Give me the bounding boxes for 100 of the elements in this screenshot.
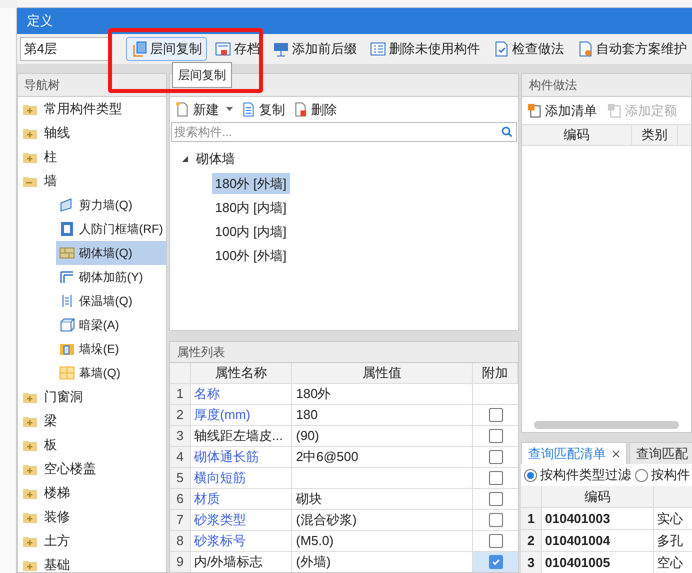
code-cell: 010401003 (542, 508, 654, 530)
checkbox[interactable] (488, 471, 502, 485)
toolbar-button[interactable]: 添加前后缀 (268, 37, 362, 61)
property-value: 砌块 (292, 489, 473, 510)
folder-icon (22, 414, 38, 428)
tree-item[interactable]: 保温墙(Q) (56, 289, 166, 313)
component-item[interactable]: 180外 [外墙] (212, 172, 290, 194)
toolbar-button[interactable]: 删除 (291, 100, 339, 120)
tree-item[interactable]: 楼梯 (18, 481, 166, 505)
tree-group[interactable]: 砌体墙 (170, 147, 518, 171)
toolbar-button[interactable]: 层间复制 (126, 37, 207, 61)
tree-item[interactable]: 常用构件类型 (18, 97, 166, 121)
add-list-icon (527, 103, 542, 118)
dialog-title: 定义 (27, 12, 53, 30)
brick-icon (59, 245, 75, 261)
toolbar-button[interactable]: 存档 (210, 37, 265, 61)
folder-icon (22, 390, 38, 404)
property-name: 内/外墙标志 (191, 552, 292, 572)
checkbox[interactable] (488, 492, 502, 506)
column-header: 类别 (632, 125, 678, 145)
checkbox[interactable] (488, 429, 502, 443)
floor-dropdown[interactable]: 第4层 (20, 37, 110, 61)
toolbar-button[interactable]: 添加清单 (524, 100, 600, 120)
row-number: 3 (521, 552, 542, 573)
radio-button[interactable] (524, 468, 537, 482)
tree-item[interactable]: 砌体墙(Q) (56, 241, 166, 265)
filter-radio[interactable]: 按构件类型过滤 (524, 465, 631, 485)
checkbox[interactable] (488, 513, 502, 527)
row-number: 4 (170, 447, 191, 468)
tree-item[interactable]: 柱 (18, 145, 166, 169)
tree-item[interactable]: 装修 (18, 505, 166, 529)
checkbox[interactable] (488, 408, 502, 422)
tree-item[interactable]: 墙垛(E) (56, 337, 166, 361)
tree-item[interactable]: 人防门框墙(RF) (56, 217, 166, 241)
tree-item[interactable]: 砌体加筋(Y) (56, 265, 166, 289)
open-folder-icon (22, 174, 38, 188)
tree-item[interactable]: 轴线 (18, 121, 166, 145)
tree-item[interactable]: 暗梁(A) (56, 313, 166, 337)
property-value: (M5.0) (292, 531, 473, 552)
row-number: 5 (170, 468, 191, 489)
tree-item[interactable]: 幕墙(Q) (56, 361, 166, 385)
list-icon (370, 41, 386, 57)
folder-icon (22, 558, 38, 572)
toolbar-button[interactable]: 新建 (173, 100, 235, 120)
radio-button[interactable] (635, 468, 648, 482)
column-header: 附加 (473, 363, 518, 384)
corner-lines-icon (59, 269, 75, 285)
folder-icon (22, 126, 38, 140)
folder-icon (22, 486, 38, 500)
property-name: 材质 (191, 489, 292, 510)
scrollbar[interactable] (534, 421, 679, 429)
checkbox[interactable] (488, 555, 502, 569)
expand-triangle-icon (182, 156, 188, 162)
tab[interactable]: 查询匹配清单 (521, 442, 627, 464)
row-number: 2 (521, 530, 542, 552)
toolbar-button[interactable]: 复制 (239, 100, 287, 120)
cube-icon (59, 317, 75, 333)
column-header: 编码 (542, 486, 654, 508)
toolbar-button[interactable]: 自动套方案维护 (572, 37, 692, 61)
component-item[interactable]: 100外 [外墙] (212, 244, 290, 266)
component-item[interactable]: 100内 [内墙] (212, 220, 290, 242)
checkbox[interactable] (488, 450, 502, 464)
column-header: 编码 (522, 125, 632, 145)
name-cell: 空心 (654, 552, 692, 573)
floor-value: 第4层 (24, 40, 58, 58)
property-value: 180外 (292, 384, 473, 405)
document-gear-icon (577, 41, 593, 57)
toolbar-button[interactable]: 删除未使用构件 (365, 37, 485, 61)
caret-icon[interactable] (226, 107, 233, 112)
tree-item[interactable]: 板 (18, 433, 166, 457)
delete-document-icon (293, 102, 308, 117)
filter-radio[interactable]: 按构件 (635, 465, 690, 485)
property-name: 砂浆类型 (191, 510, 292, 531)
row-number: 3 (170, 426, 191, 447)
tab[interactable]: 查询匹配 (629, 442, 692, 464)
component-item[interactable]: 180内 [内墙] (212, 196, 290, 218)
row-number: 9 (170, 552, 191, 572)
row-number: 1 (170, 384, 191, 405)
code-cell: 010401005 (542, 552, 654, 573)
column-header: 属性名称 (191, 363, 292, 384)
row-number: 6 (170, 489, 191, 510)
tree-item[interactable]: 剪力墙(Q) (56, 193, 166, 217)
tree-item[interactable]: 梁 (18, 409, 166, 433)
row-number: 8 (170, 531, 191, 552)
property-name: 砂浆标号 (191, 531, 292, 552)
search-field[interactable]: 搜索构件... (171, 122, 517, 142)
tooltip: 层间复制 (172, 62, 232, 88)
tree-item[interactable]: 门窗洞 (18, 385, 166, 409)
tree-item[interactable]: 土方 (18, 529, 166, 553)
toolbar-button[interactable]: 检查做法 (488, 37, 569, 61)
panel-title: 属性列表 (177, 344, 225, 361)
tree-item[interactable]: 墙 (18, 169, 166, 193)
tree-item[interactable]: 基础 (18, 553, 166, 572)
checkbox[interactable] (488, 534, 502, 548)
checkmark-icon (490, 557, 500, 567)
folder-icon (22, 510, 38, 524)
tree-item[interactable]: 空心楼盖 (18, 457, 166, 481)
close-icon[interactable] (612, 450, 620, 458)
header-cell (521, 486, 542, 508)
header-cell (654, 486, 692, 508)
